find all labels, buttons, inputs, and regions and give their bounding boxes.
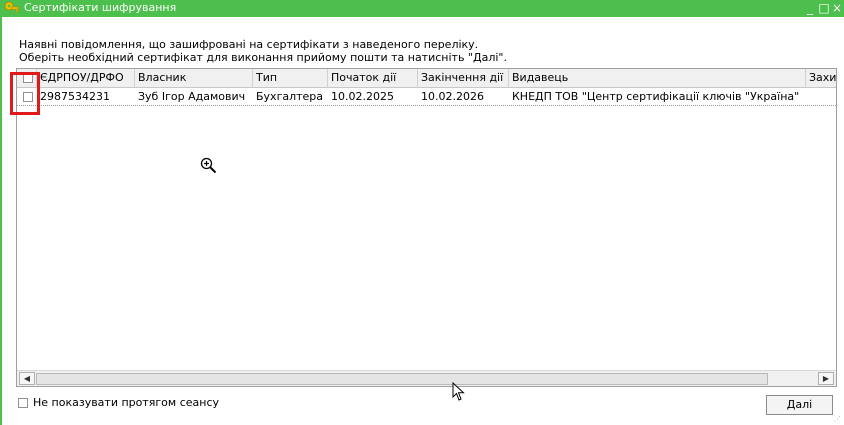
column-header-start[interactable]: Початок дії [328,69,418,88]
close-button[interactable]: × [831,0,843,16]
certificates-table[interactable]: ЄДРПОУ/ДРФО Власник Тип Початок дії Закі… [16,68,837,387]
cell-owner: Зуб Ігор Адамович [138,90,246,103]
cell-edrpou: 2987534231 [40,90,110,103]
zoom-in-icon [200,157,217,174]
cell-issuer: КНЕДП ТОВ "Центр сертифікації ключів "Ук… [512,90,800,103]
table-header: ЄДРПОУ/ДРФО Власник Тип Початок дії Закі… [17,69,836,88]
column-header-owner[interactable]: Власник [135,69,253,88]
instructions-line-2: Оберіть необхідний сертифікат для викона… [19,51,507,64]
resize-grip-icon[interactable]: ⋰ [834,415,843,424]
scroll-right-icon[interactable]: ▶ [818,372,834,385]
dont-show-label[interactable]: Не показувати протягом сеансу [33,396,219,409]
minimize-button[interactable]: _ [804,0,816,16]
certificates-dialog: Сертифікати шифрування _ □ × Наявні пові… [0,0,844,425]
title-bar[interactable]: Сертифікати шифрування _ □ × [0,0,844,17]
arrow-cursor-icon [452,382,465,401]
column-header-issuer[interactable]: Видавець [509,69,806,88]
window-title: Сертифікати шифрування [24,1,177,14]
instructions-line-1: Наявні повідомлення, що зашифровані на с… [19,38,479,51]
column-header-extra[interactable]: Захи [806,69,836,88]
key-icon [4,1,19,13]
highlight-box [10,72,40,115]
cell-end: 10.02.2026 [421,90,484,103]
table-row[interactable]: 2987534231 Зуб Ігор Адамович Бухгалтера … [17,88,836,106]
instructions: Наявні повідомлення, що зашифровані на с… [19,38,619,64]
column-header-type[interactable]: Тип [253,69,328,88]
maximize-button[interactable]: □ [818,0,830,16]
dont-show-checkbox[interactable] [18,398,28,408]
scrollbar-thumb[interactable] [36,373,768,385]
cell-extra [806,88,836,105]
window-frame [0,17,2,425]
cell-start: 10.02.2025 [331,90,394,103]
column-header-edrpou[interactable]: ЄДРПОУ/ДРФО [37,69,135,88]
scroll-left-icon[interactable]: ◀ [19,372,35,385]
column-header-end[interactable]: Закінчення дії [418,69,509,88]
cell-type: Бухгалтера [256,90,324,103]
horizontal-scrollbar[interactable]: ◀ ▶ [17,370,836,386]
next-button[interactable]: Далі [766,395,833,415]
